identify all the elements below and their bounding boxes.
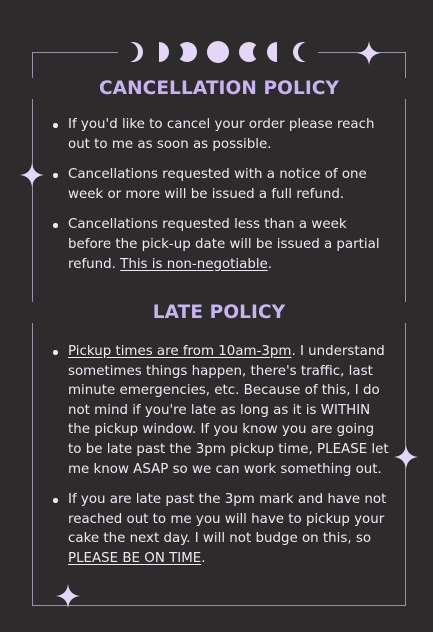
list-item-text-end: .	[201, 550, 206, 566]
sparkle-icon	[394, 445, 418, 469]
waxing-crescent-moon-icon	[123, 42, 143, 62]
list-item-text: . I understand sometimes things happen, …	[68, 344, 389, 477]
sparkle-icon	[56, 584, 80, 608]
list-item: If you are late past the 3pm mark and ha…	[50, 490, 390, 568]
late-policy-list: Pickup times are from 10am-3pm. I unders…	[50, 342, 390, 569]
list-item: Cancellations requested with a notice of…	[50, 165, 390, 204]
list-item: Pickup times are from 10am-3pm. I unders…	[50, 342, 390, 479]
sparkle-icon	[20, 163, 44, 187]
list-item-text: If you are late past the 3pm mark and ha…	[68, 492, 387, 547]
cancellation-policy-heading: CANCELLATION POLICY	[32, 78, 406, 99]
waxing-gibbous-moon-icon	[177, 42, 197, 62]
last-quarter-moon-icon	[267, 42, 287, 62]
waning-crescent-moon-icon	[293, 42, 313, 62]
late-policy-heading: LATE POLICY	[32, 302, 406, 323]
full-moon-icon	[207, 41, 229, 63]
cancellation-policy-list: If you'd like to cancel your order pleas…	[50, 115, 390, 274]
list-item-text: If you'd like to cancel your order pleas…	[68, 117, 375, 152]
list-item-text: Cancellations requested with a notice of…	[68, 167, 367, 202]
sparkle-icon	[357, 41, 381, 65]
waning-gibbous-moon-icon	[239, 42, 259, 62]
moon-phases-icon	[118, 38, 318, 66]
be-on-time-note: PLEASE BE ON TIME	[68, 550, 202, 566]
list-item: Cancellations requested less than a week…	[50, 215, 390, 274]
pickup-times-note: Pickup times are from 10am-3pm	[68, 344, 292, 359]
list-item: If you'd like to cancel your order pleas…	[50, 115, 390, 154]
first-quarter-moon-icon	[149, 42, 169, 62]
non-negotiable-note: This is non-negotiable	[120, 256, 268, 272]
list-item-text-end: .	[267, 256, 273, 272]
